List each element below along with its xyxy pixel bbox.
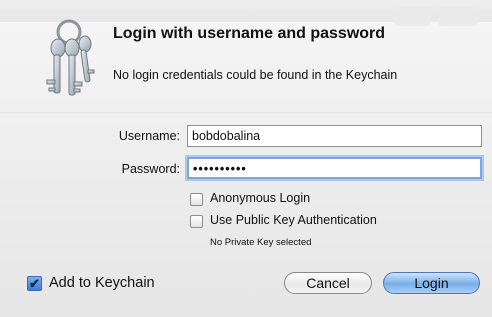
dialog-subtitle: No login credentials could be found in t…: [113, 68, 398, 82]
username-field[interactable]: bobdobalina: [187, 125, 482, 147]
public-key-checkbox[interactable]: [190, 215, 203, 228]
background-toolbar-button: [395, 6, 431, 26]
login-sheet: Login with username and password No logi…: [0, 0, 492, 317]
add-to-keychain-label[interactable]: Add to Keychain: [49, 275, 155, 291]
private-key-note: No Private Key selected: [210, 237, 312, 248]
password-field[interactable]: ••••••••••: [187, 157, 482, 179]
checkmark-icon: ✔: [29, 276, 40, 291]
dialog-title: Login with username and password: [113, 25, 386, 42]
password-label: Password:: [121, 162, 180, 176]
add-to-keychain-checkbox[interactable]: ✔: [27, 276, 42, 291]
anonymous-login-label[interactable]: Anonymous Login: [210, 191, 310, 205]
login-button[interactable]: Login: [383, 272, 480, 294]
anonymous-login-checkbox[interactable]: [190, 193, 203, 206]
cancel-button[interactable]: Cancel: [284, 272, 372, 294]
public-key-label[interactable]: Use Public Key Authentication: [210, 213, 377, 227]
background-divider: [0, 112, 492, 113]
username-label: Username:: [118, 129, 180, 143]
background-toolbar-button: [438, 6, 478, 26]
keys-icon: [46, 19, 95, 96]
